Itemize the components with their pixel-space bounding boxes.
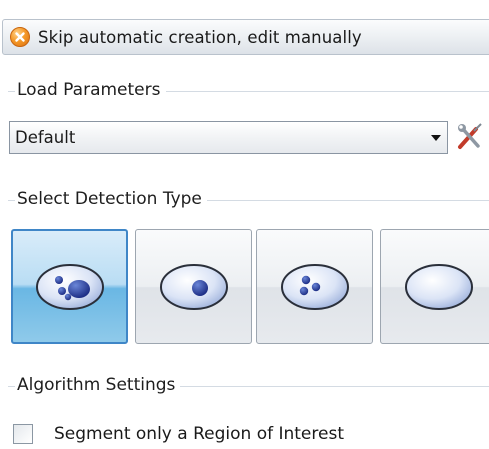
load-parameters-dropdown[interactable]: Default: [9, 121, 448, 154]
roi-checkbox-label: Segment only a Region of Interest: [54, 424, 344, 444]
section-rule: [206, 199, 489, 201]
wrench-screwdriver-icon[interactable]: [456, 123, 486, 151]
section-rule: [180, 385, 489, 387]
ellipse-with-cluster-icon: [35, 263, 104, 310]
detection-wizard-panel: Skip automatic creation, edit manually L…: [0, 0, 489, 449]
section-rule-left: [8, 385, 15, 387]
algorithm-settings-heading: Algorithm Settings: [17, 375, 176, 395]
ellipse-with-single-dot-icon: [159, 263, 228, 310]
ellipse-with-three-dots-icon: [280, 263, 349, 310]
detection-type-button-2[interactable]: [135, 229, 252, 344]
chevron-down-icon: [431, 134, 441, 141]
detection-type-header: Select Detection Type: [8, 189, 489, 209]
detection-type-button-1[interactable]: [11, 229, 128, 344]
section-rule: [165, 90, 489, 92]
detection-type-heading: Select Detection Type: [17, 189, 202, 209]
section-rule-left: [8, 199, 15, 201]
ellipse-plain-icon: [404, 263, 473, 310]
algorithm-settings-header: Algorithm Settings: [8, 375, 489, 395]
roi-checkbox[interactable]: [13, 424, 33, 444]
detection-type-button-3[interactable]: [256, 229, 373, 344]
skip-button-label: Skip automatic creation, edit manually: [38, 27, 362, 47]
section-rule-left: [8, 90, 15, 92]
load-parameters-header: Load Parameters: [8, 80, 489, 100]
roi-checkbox-row[interactable]: Segment only a Region of Interest: [13, 424, 344, 444]
skip-automatic-creation-button[interactable]: Skip automatic creation, edit manually: [2, 19, 489, 55]
detection-type-button-4[interactable]: [380, 229, 489, 344]
cancel-circle-icon: [10, 27, 30, 47]
dropdown-selected-value: Default: [15, 128, 76, 147]
load-parameters-heading: Load Parameters: [17, 80, 161, 100]
